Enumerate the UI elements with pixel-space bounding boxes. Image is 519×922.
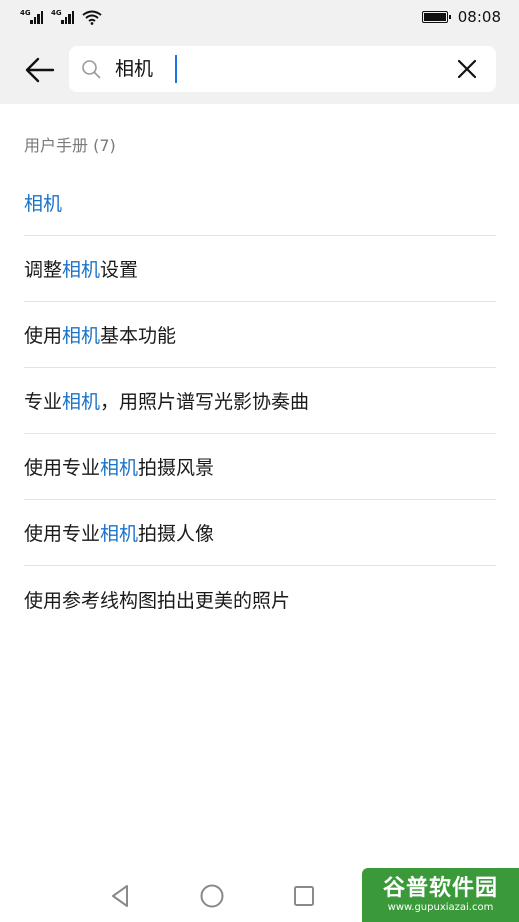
back-triangle-icon[interactable]	[106, 882, 134, 910]
back-button[interactable]	[20, 50, 60, 90]
home-circle-icon[interactable]	[198, 882, 226, 910]
network-type-label: 4G	[51, 9, 62, 17]
signal-icon: 4G	[20, 9, 43, 24]
result-text: 使用参考线构图拍出更美的照片	[24, 589, 291, 612]
battery-icon	[421, 11, 451, 23]
result-text: 调整	[24, 259, 63, 281]
result-text: ，用照片谱写光影协奏曲	[100, 391, 310, 413]
watermark-logo: 谷普软件园 www.gupuxiazai.com	[362, 868, 519, 922]
result-item[interactable]: 专业 相机 ，用照片谱写光影协奏曲	[24, 368, 496, 434]
result-match-text: 相机	[100, 523, 139, 545]
status-bar: 4G 4G 08:08	[0, 0, 519, 34]
screen: 4G 4G 08:08 相机 用户手册 (7) 相机 调整 相机 设置 使用 相…	[0, 0, 519, 922]
result-text: 使用专业	[24, 457, 101, 479]
result-item[interactable]: 使用专业 相机 拍摄人像	[24, 500, 496, 566]
watermark-title: 谷普软件园	[382, 876, 498, 901]
clock: 08:08	[457, 8, 501, 26]
status-bar-left: 4G 4G	[20, 9, 102, 25]
result-text: 拍摄人像	[138, 523, 215, 545]
result-text: 专业	[24, 391, 63, 413]
search-icon	[82, 60, 101, 79]
recents-square-icon[interactable]	[290, 882, 318, 910]
result-text: 基本功能	[100, 325, 177, 347]
result-text: 使用	[24, 325, 63, 347]
result-text: 拍摄风景	[138, 457, 215, 479]
close-icon[interactable]	[456, 58, 478, 80]
results-list: 相机 调整 相机 设置 使用 相机 基本功能 专业 相机 ，用照片谱写光影协奏曲 使用专业 相机 拍摄风…	[24, 170, 496, 632]
result-text: 使用专业	[24, 523, 101, 545]
result-match-text: 相机	[62, 391, 101, 413]
result-match-text: 相机	[24, 193, 63, 215]
result-item[interactable]: 使用 相机 基本功能	[24, 302, 496, 368]
wifi-icon	[82, 10, 102, 25]
text-cursor	[175, 55, 177, 83]
search-input[interactable]: 相机	[115, 58, 153, 80]
result-text: 设置	[100, 259, 139, 281]
result-item[interactable]: 使用专业 相机 拍摄风景	[24, 434, 496, 500]
watermark-url: www.gupuxiazai.com	[387, 902, 494, 913]
search-header: 相机	[0, 34, 519, 104]
result-match-text: 相机	[100, 457, 139, 479]
result-match-text: 相机	[62, 259, 101, 281]
network-type-label: 4G	[20, 9, 31, 17]
result-item[interactable]: 调整 相机 设置	[24, 236, 496, 302]
signal-icon: 4G	[51, 9, 74, 24]
result-item[interactable]: 相机	[24, 170, 496, 236]
search-box[interactable]: 相机	[69, 46, 496, 92]
section-title: 用户手册 (7)	[24, 136, 116, 155]
status-bar-right: 08:08	[421, 8, 501, 26]
result-item[interactable]: 使用参考线构图拍出更美的照片	[24, 566, 496, 632]
arrow-left-icon	[25, 57, 55, 83]
result-match-text: 相机	[62, 325, 101, 347]
